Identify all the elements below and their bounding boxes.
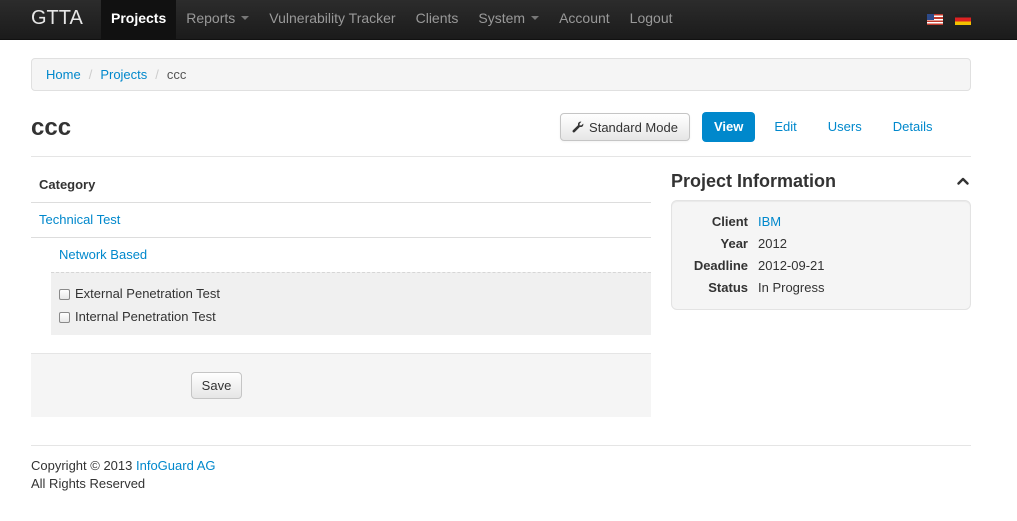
page-title: ccc (31, 114, 72, 141)
copyright-text: Copyright © 2013 (31, 458, 136, 473)
category-column-header: Category (31, 171, 651, 203)
info-row-year: Year 2012 (672, 233, 972, 255)
tab-view[interactable]: View (702, 112, 756, 142)
info-value-deadline: 2012-09-21 (758, 258, 825, 273)
nav-vulnerability-tracker[interactable]: Vulnerability Tracker (259, 0, 405, 40)
check-label: External Penetration Test (75, 286, 221, 301)
nav-reports[interactable]: Reports (176, 0, 259, 40)
info-row-deadline: Deadline 2012-09-21 (672, 255, 972, 277)
tab-users[interactable]: Users (816, 112, 874, 142)
check-item-external[interactable]: External Penetration Test (59, 282, 651, 305)
category-link-technical-test[interactable]: Technical Test (39, 212, 120, 227)
breadcrumb-projects[interactable]: Projects (100, 67, 147, 82)
check-item-internal[interactable]: Internal Penetration Test (59, 305, 651, 328)
breadcrumb-separator: / (155, 67, 159, 82)
header-divider (31, 156, 971, 157)
info-row-client: Client IBM (672, 211, 972, 233)
info-row-status: Status In Progress (672, 277, 972, 299)
save-button[interactable]: Save (191, 372, 242, 399)
standard-mode-label: Standard Mode (589, 119, 678, 135)
subcategory-link-network-based[interactable]: Network Based (59, 247, 147, 262)
check-list: External Penetration Test Internal Penet… (51, 272, 651, 335)
breadcrumb-home[interactable]: Home (46, 67, 81, 82)
breadcrumb: Home / Projects / ccc (31, 58, 971, 91)
de-flag-icon[interactable] (955, 14, 971, 25)
info-label-year: Year (720, 236, 748, 251)
nav-projects[interactable]: Projects (101, 0, 177, 40)
subcategory-row: Network Based (51, 238, 651, 272)
footer-copyright: Copyright © 2013 InfoGuard AG (31, 458, 215, 473)
checkbox-external-penetration-test[interactable] (59, 289, 70, 300)
project-tabs: View Edit Users Details (702, 112, 952, 142)
info-value-client[interactable]: IBM (758, 211, 781, 233)
footer-rights: All Rights Reserved (31, 476, 146, 491)
tab-details[interactable]: Details (881, 112, 945, 142)
project-information-title: Project Information (671, 171, 837, 191)
category-row: Technical Test (31, 203, 651, 238)
brand-logo[interactable]: GTTA (31, 7, 83, 30)
nav-logout[interactable]: Logout (620, 0, 683, 40)
tab-edit[interactable]: Edit (762, 112, 808, 142)
info-value-status: In Progress (758, 280, 825, 295)
nav-account[interactable]: Account (549, 0, 620, 40)
project-information-panel: Client IBM Year 2012 Deadline 2012-09-21… (671, 200, 971, 310)
form-actions: Save (31, 353, 651, 417)
company-link[interactable]: InfoGuard AG (136, 458, 216, 473)
nav-clients[interactable]: Clients (406, 0, 469, 40)
breadcrumb-current: ccc (166, 67, 187, 82)
breadcrumb-separator: / (88, 67, 93, 82)
check-label: Internal Penetration Test (75, 309, 216, 324)
language-switcher (927, 14, 971, 25)
main-nav: Projects Reports Vulnerability Tracker C… (101, 0, 683, 40)
info-label-deadline: Deadline (693, 258, 748, 273)
caret-down-icon (241, 16, 250, 21)
standard-mode-button[interactable]: Standard Mode (560, 113, 690, 141)
caret-down-icon (531, 16, 540, 21)
checkbox-internal-penetration-test[interactable] (59, 312, 70, 323)
footer-divider (31, 445, 971, 446)
nav-system[interactable]: System (468, 0, 549, 40)
wrench-icon (572, 121, 584, 133)
info-label-status: Status (708, 280, 748, 295)
us-flag-icon[interactable] (927, 14, 943, 25)
info-value-year: 2012 (758, 236, 787, 251)
info-label-client: Client (711, 214, 748, 229)
chevron-up-icon[interactable] (957, 176, 969, 186)
top-navbar: GTTA Projects Reports Vulnerability Trac… (0, 0, 1017, 40)
